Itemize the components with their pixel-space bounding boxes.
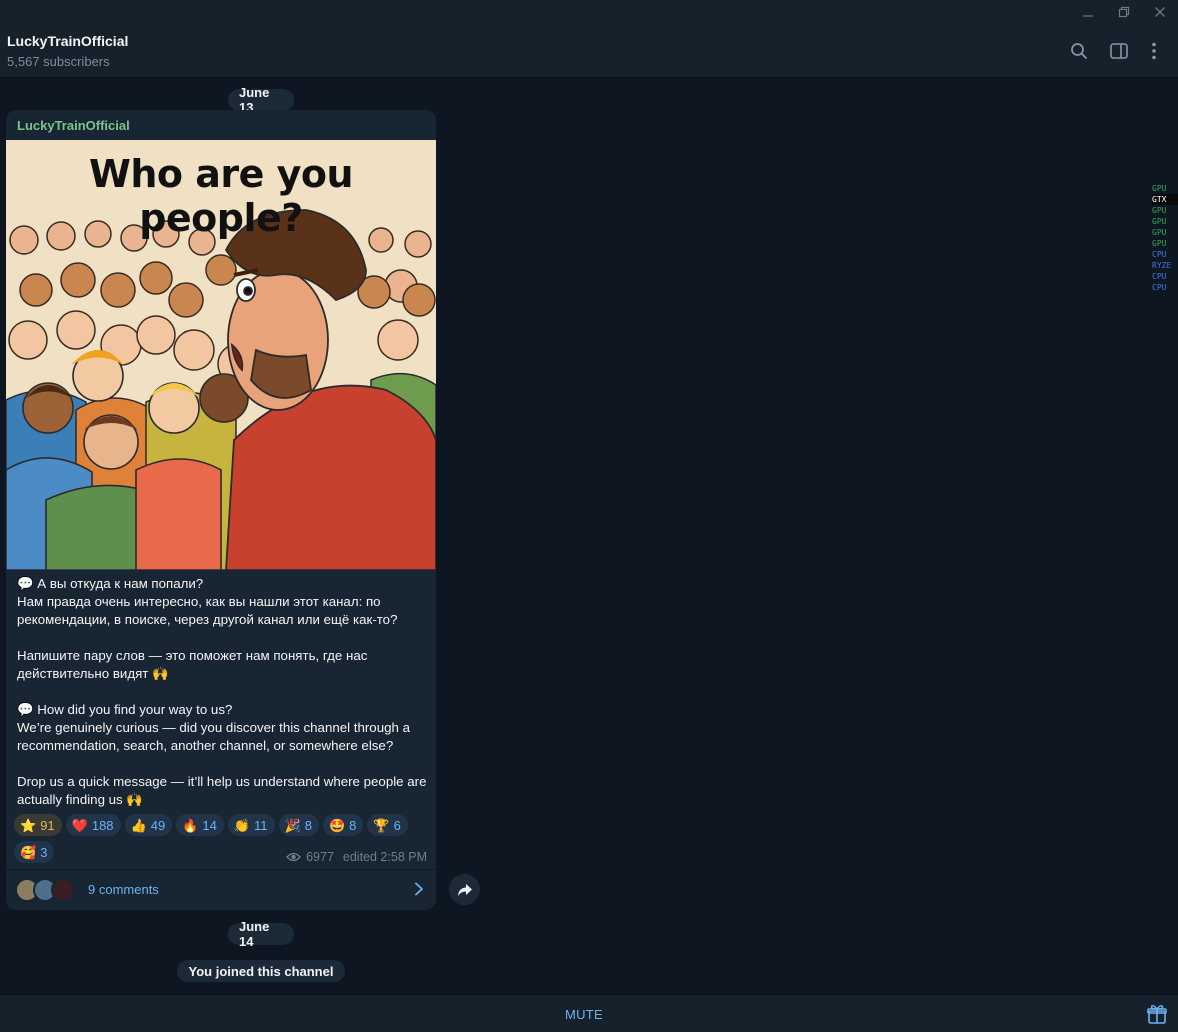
hardware-monitor-overlay: GPU GTX GPU GPU GPU GPU CPU RYZE CPU CPU — [1152, 183, 1178, 307]
thumbs-up-reaction-icon: 👍 — [130, 817, 147, 833]
comments-count: 9 comments — [88, 882, 159, 897]
date-separator: June 13 — [228, 85, 294, 115]
post-sender[interactable]: LuckyTrainOfficial — [17, 118, 130, 133]
reaction-count: 8 — [349, 817, 357, 833]
channel-title[interactable]: LuckyTrainOfficial — [7, 33, 128, 49]
reaction-star-struck[interactable]: 🤩 8 — [322, 814, 364, 836]
party-reaction-icon: 🎉 — [284, 817, 301, 833]
ru-paragraph-1: Нам правда очень интересно, как вы нашли… — [17, 594, 398, 627]
service-message: You joined this channel — [177, 960, 345, 982]
post-meta: 6977 edited 2:58 PM — [286, 850, 427, 864]
star-struck-reaction-icon: 🤩 — [328, 817, 346, 833]
overlay-line: RYZE — [1152, 261, 1172, 270]
share-arrow-icon — [457, 883, 472, 896]
share-button[interactable] — [449, 874, 480, 905]
trophy-reaction-icon: 🏆 — [373, 817, 390, 833]
overlay-line: CPU — [1152, 250, 1167, 259]
reaction-count: 49 — [150, 817, 166, 833]
clap-reaction-icon: 👏 — [233, 817, 251, 833]
chevron-right-icon — [414, 882, 424, 901]
ru-paragraph-2: Напишите пару слов — это поможет нам пон… — [17, 648, 368, 681]
smiling-hearts-reaction-icon: 🥰 — [20, 844, 37, 860]
window-titlebar — [0, 0, 1178, 24]
reaction-party[interactable]: 🎉 8 — [278, 814, 319, 836]
comments-button[interactable]: 9 comments — [6, 869, 436, 910]
reaction-count: 188 — [91, 817, 114, 833]
reaction-count: 3 — [40, 844, 48, 860]
reaction-trophy[interactable]: 🏆 6 — [367, 814, 408, 836]
mute-button[interactable]: MUTE — [540, 995, 628, 1032]
reaction-fire[interactable]: 🔥 14 — [176, 814, 224, 836]
subscriber-count: 5,567 subscribers — [7, 54, 110, 69]
minimize-icon[interactable] — [1070, 0, 1106, 24]
date-separator: June 14 — [228, 919, 294, 949]
fire-reaction-icon: 🔥 — [182, 817, 199, 833]
reaction-count: 11 — [254, 817, 268, 833]
reaction-heart[interactable]: ❤️ 188 — [65, 814, 121, 836]
overlay-line: GTX — [1152, 194, 1178, 205]
bottom-bar: MUTE — [0, 994, 1178, 1032]
restore-icon[interactable] — [1106, 0, 1142, 24]
overlay-line: GPU — [1152, 217, 1167, 226]
overlay-line: CPU — [1152, 272, 1167, 281]
chat-header: LuckyTrainOfficial 5,567 subscribers — [0, 24, 1178, 78]
reaction-star[interactable]: ⭐ 91 — [14, 814, 62, 836]
sidebar-toggle-icon[interactable] — [1105, 37, 1133, 65]
reaction-smiling-hearts[interactable]: 🥰 3 — [14, 841, 55, 863]
star-reaction-icon: ⭐ — [20, 817, 37, 833]
overlay-line: GPU — [1152, 184, 1167, 193]
en-heading: 💬 How did you find your way to us? — [17, 702, 233, 717]
avatar — [51, 878, 75, 902]
en-paragraph-2: Drop us a quick message — it’ll help us … — [17, 774, 427, 807]
commenter-avatars — [15, 878, 79, 902]
reaction-count: 8 — [304, 817, 312, 833]
overlay-line: CPU — [1152, 283, 1167, 292]
reaction-count: 6 — [393, 817, 401, 833]
reaction-thumbs-up[interactable]: 👍 49 — [124, 814, 173, 836]
post-text: 💬 А вы откуда к нам попали? Нам правда о… — [17, 575, 429, 809]
overlay-line: GPU — [1152, 239, 1167, 248]
ru-heading: 💬 А вы откуда к нам попали? — [17, 576, 204, 591]
image-caption: Who are you people? — [88, 152, 354, 240]
overlay-line: GPU — [1152, 228, 1167, 237]
more-vertical-icon[interactable] — [1140, 37, 1168, 65]
edited-time: edited 2:58 PM — [342, 850, 427, 864]
gift-icon[interactable] — [1146, 1003, 1168, 1025]
channel-post: LuckyTrainOfficial Who are you people? 💬… — [6, 110, 436, 910]
reaction-clap[interactable]: 👏 11 — [227, 814, 275, 836]
views-eye-icon — [286, 852, 301, 862]
view-count: 6977 — [306, 850, 334, 864]
en-paragraph-1: We’re genuinely curious — did you discov… — [17, 720, 410, 753]
overlay-line: GPU — [1152, 206, 1167, 215]
post-image[interactable]: Who are you people? — [6, 140, 436, 570]
search-icon[interactable] — [1065, 37, 1093, 65]
reaction-count: 14 — [202, 817, 217, 833]
close-icon[interactable] — [1142, 0, 1178, 24]
reaction-count: 91 — [40, 817, 55, 833]
heart-reaction-icon: ❤️ — [71, 817, 88, 833]
